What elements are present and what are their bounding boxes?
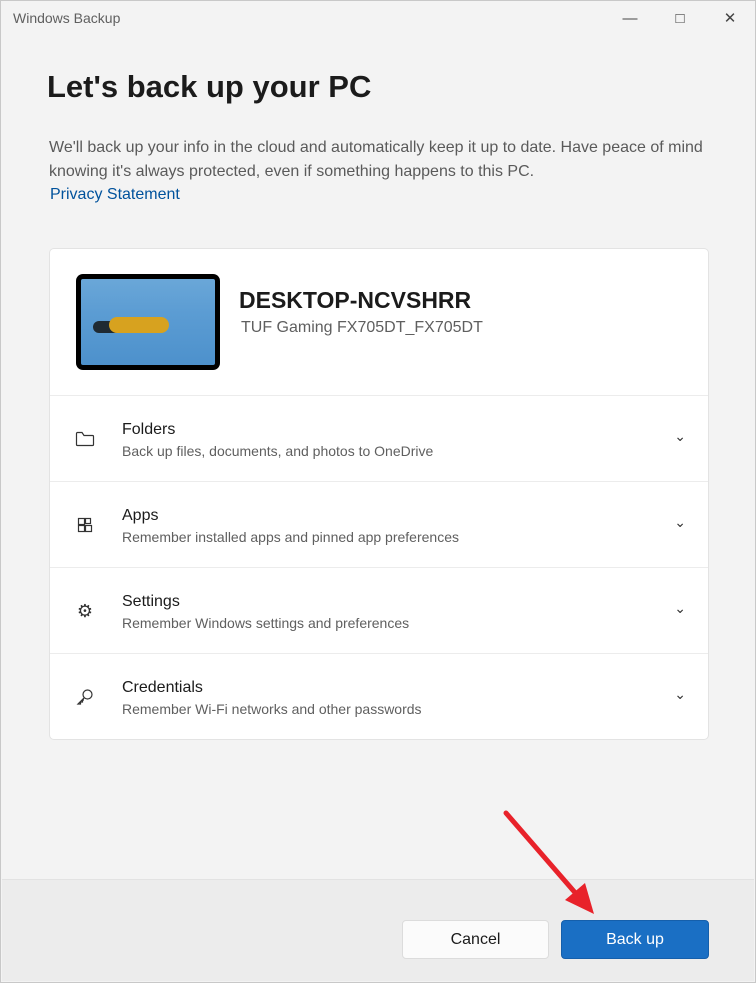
chevron-down-icon[interactable]: ⌄: [674, 428, 686, 445]
window-title: Windows Backup: [13, 10, 121, 26]
window: Windows Backup — □ ✕ Let's back up your …: [0, 0, 756, 983]
item-subtitle: Back up files, documents, and photos to …: [122, 443, 434, 459]
backup-card: DESKTOP-NCVSHRR TUF Gaming FX705DT_FX705…: [49, 248, 709, 740]
minimize-button[interactable]: —: [605, 1, 655, 35]
item-title: Folders: [122, 421, 176, 438]
item-apps[interactable]: Apps Remember installed apps and pinned …: [50, 482, 708, 568]
apps-icon: [75, 515, 95, 535]
device-name: DESKTOP-NCVSHRR: [239, 287, 472, 313]
device-info: DESKTOP-NCVSHRR TUF Gaming FX705DT_FX705…: [50, 249, 708, 396]
privacy-statement-link[interactable]: Privacy Statement: [50, 186, 180, 204]
item-folders[interactable]: Folders Back up files, documents, and ph…: [50, 396, 708, 482]
close-button[interactable]: ✕: [705, 1, 755, 35]
folder-icon: [75, 429, 95, 449]
chevron-down-icon[interactable]: ⌄: [674, 600, 686, 617]
device-model: TUF Gaming FX705DT_FX705DT: [241, 319, 483, 336]
device-thumbnail: [76, 274, 220, 370]
item-title: Credentials: [122, 679, 203, 696]
chevron-down-icon[interactable]: ⌄: [674, 514, 686, 531]
back-up-button[interactable]: Back up: [561, 920, 709, 959]
key-icon: [75, 687, 95, 707]
item-title: Settings: [122, 593, 180, 610]
item-credentials[interactable]: Credentials Remember Wi-Fi networks and …: [50, 654, 708, 740]
cancel-button[interactable]: Cancel: [402, 920, 549, 959]
page-title: Let's back up your PC: [47, 69, 372, 104]
item-subtitle: Remember Windows settings and preference…: [122, 615, 410, 631]
gear-icon: ⚙: [76, 600, 94, 621]
maximize-button[interactable]: □: [655, 1, 705, 35]
item-title: Apps: [122, 507, 159, 524]
item-settings[interactable]: ⚙ Settings Remember Windows settings and…: [50, 568, 708, 654]
chevron-down-icon[interactable]: ⌄: [674, 686, 686, 703]
item-subtitle: Remember installed apps and pinned app p…: [122, 529, 459, 545]
item-subtitle: Remember Wi-Fi networks and other passwo…: [122, 701, 422, 717]
page-description: We'll back up your info in the cloud and…: [49, 139, 703, 180]
